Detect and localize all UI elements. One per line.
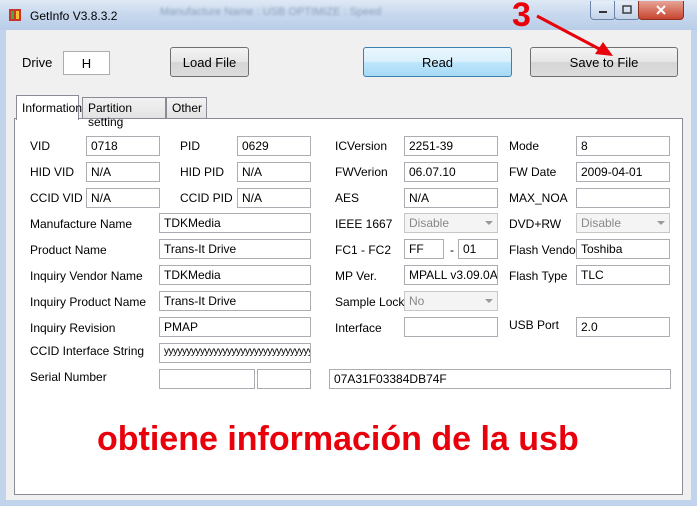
chevron-down-icon xyxy=(485,221,493,225)
window-title-blurred: Manufacture Name : USB OPTIMIZE : Speed xyxy=(160,6,382,18)
manufacture-name-label: Manufacture Name xyxy=(30,217,133,231)
inquiry-product-name-field[interactable]: Trans-It Drive xyxy=(159,291,311,311)
fc2-field[interactable]: 01 xyxy=(458,239,498,259)
usb-port-field[interactable]: 2.0 xyxy=(576,317,670,337)
hid-pid-label: HID PID xyxy=(180,165,225,179)
inquiry-product-name-label: Inquiry Product Name xyxy=(30,295,147,309)
fwversion-field[interactable]: 06.07.10 xyxy=(404,162,498,182)
usb-port-label: USB Port xyxy=(509,318,560,332)
chevron-down-icon xyxy=(485,299,493,303)
chevron-down-icon xyxy=(657,221,665,225)
inquiry-vendor-name-label: Inquiry Vendor Name xyxy=(30,269,143,283)
mp-ver-label: MP Ver. xyxy=(335,269,377,283)
mode-field[interactable]: 8 xyxy=(576,136,670,156)
dvd-rw-value: Disable xyxy=(581,216,622,230)
ccid-interface-string-label: CCID Interface String xyxy=(30,344,145,358)
window-border-bottom xyxy=(0,500,697,506)
interface-label: Interface xyxy=(335,321,382,335)
close-button[interactable] xyxy=(638,1,684,20)
serial-number-part1-field[interactable] xyxy=(159,369,255,389)
annotation-arrow-icon xyxy=(536,14,613,56)
hid-vid-field[interactable]: N/A xyxy=(86,162,160,182)
inquiry-revision-field[interactable]: PMAP xyxy=(159,317,311,337)
drive-label: Drive xyxy=(22,55,53,70)
serial-number-field[interactable]: 07A31F03384DB74F xyxy=(329,369,671,389)
pid-field[interactable]: 0629 xyxy=(237,136,311,156)
window-border-right xyxy=(691,30,697,506)
flash-vendor-label: Flash Vendor xyxy=(509,243,580,257)
maximize-icon xyxy=(622,5,632,14)
manufacture-name-field[interactable]: TDKMedia xyxy=(159,213,311,233)
read-button[interactable]: Read xyxy=(363,47,512,77)
pid-label: PID xyxy=(180,139,201,153)
tab-other[interactable]: Other xyxy=(166,97,207,118)
icversion-field[interactable]: 2251-39 xyxy=(404,136,498,156)
hid-pid-field[interactable]: N/A xyxy=(237,162,311,182)
aes-field[interactable]: N/A xyxy=(404,188,498,208)
aes-label: AES xyxy=(335,191,360,205)
max-noa-field[interactable] xyxy=(576,188,670,208)
fw-date-label: FW Date xyxy=(509,165,557,179)
fc1-field[interactable]: FF xyxy=(404,239,444,259)
serial-number-label: Serial Number xyxy=(30,370,107,384)
window-title: GetInfo V3.8.3.2 xyxy=(30,9,118,23)
annotation-caption: obtiene información de la usb xyxy=(97,420,579,458)
flash-vendor-field[interactable]: Toshiba xyxy=(576,239,670,259)
mode-label: Mode xyxy=(509,139,540,153)
sample-lock-value: No xyxy=(409,294,425,308)
ccid-vid-field[interactable]: N/A xyxy=(86,188,160,208)
ieee1667-label: IEEE 1667 xyxy=(335,217,393,231)
dvd-rw-select[interactable]: Disable xyxy=(576,213,670,233)
ieee1667-select[interactable]: Disable xyxy=(404,213,498,233)
fwversion-label: FWVerion xyxy=(335,165,388,179)
vid-field[interactable]: 0718 xyxy=(86,136,160,156)
dvd-rw-label: DVD+RW xyxy=(509,217,562,231)
ccid-pid-field[interactable]: N/A xyxy=(237,188,311,208)
ccid-pid-label: CCID PID xyxy=(180,191,233,205)
sample-lock-label: Sample Lock xyxy=(335,295,405,309)
flash-type-field[interactable]: TLC xyxy=(576,265,670,285)
fw-date-field[interactable]: 2009-04-01 xyxy=(576,162,670,182)
interface-field[interactable] xyxy=(404,317,498,337)
fc-dash: - xyxy=(450,243,454,257)
icversion-label: ICVersion xyxy=(335,139,388,153)
sample-lock-select[interactable]: No xyxy=(404,291,498,311)
product-name-field[interactable]: Trans-It Drive xyxy=(159,239,311,259)
mp-ver-field[interactable]: MPALL v3.09.0A xyxy=(404,265,498,285)
flash-type-label: Flash Type xyxy=(509,269,568,283)
drive-input[interactable]: H xyxy=(63,51,110,75)
close-icon xyxy=(656,5,666,15)
max-noa-label: MAX_NOA xyxy=(509,191,568,205)
hid-vid-label: HID VID xyxy=(30,165,75,179)
product-name-label: Product Name xyxy=(30,243,107,257)
tab-information[interactable]: Information xyxy=(16,95,82,120)
serial-number-part2-field[interactable] xyxy=(257,369,311,389)
ccid-interface-string-field[interactable]: yyyyyyyyyyyyyyyyyyyyyyyyyyyyyyyyyyyyyyyy… xyxy=(159,343,311,363)
inquiry-vendor-name-field[interactable]: TDKMedia xyxy=(159,265,311,285)
inquiry-revision-label: Inquiry Revision xyxy=(30,321,116,335)
ieee1667-value: Disable xyxy=(409,216,450,230)
fc1-fc2-label: FC1 - FC2 xyxy=(335,243,392,257)
app-icon xyxy=(9,9,21,21)
ccid-vid-label: CCID VID xyxy=(30,191,83,205)
tab-partition-setting[interactable]: Partition setting xyxy=(82,97,166,129)
vid-label: VID xyxy=(30,139,51,153)
load-file-button[interactable]: Load File xyxy=(170,47,249,77)
